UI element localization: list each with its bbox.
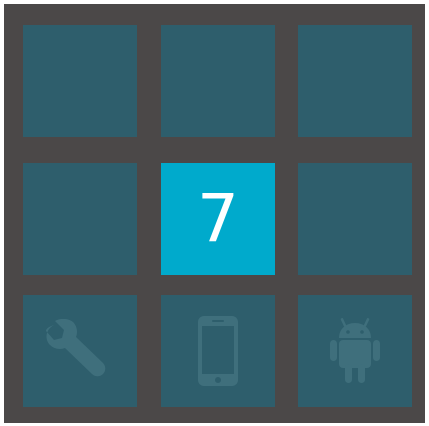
grid-tile-5-active[interactable]: 7	[161, 163, 275, 275]
grid-tile-6[interactable]	[298, 163, 412, 275]
grid-tile-1[interactable]	[23, 25, 137, 137]
android-icon	[298, 295, 412, 407]
grid-tile-4[interactable]	[23, 163, 137, 275]
grid-tile-android[interactable]	[298, 295, 412, 407]
tile-number: 7	[197, 180, 239, 257]
phone-icon	[161, 295, 275, 407]
grid-tile-2[interactable]	[161, 25, 275, 137]
grid-tile-settings[interactable]	[23, 295, 137, 407]
puzzle-board: 7	[4, 4, 425, 423]
grid-tile-device[interactable]	[161, 295, 275, 407]
grid-tile-3[interactable]	[298, 25, 412, 137]
wrench-icon	[23, 295, 137, 407]
